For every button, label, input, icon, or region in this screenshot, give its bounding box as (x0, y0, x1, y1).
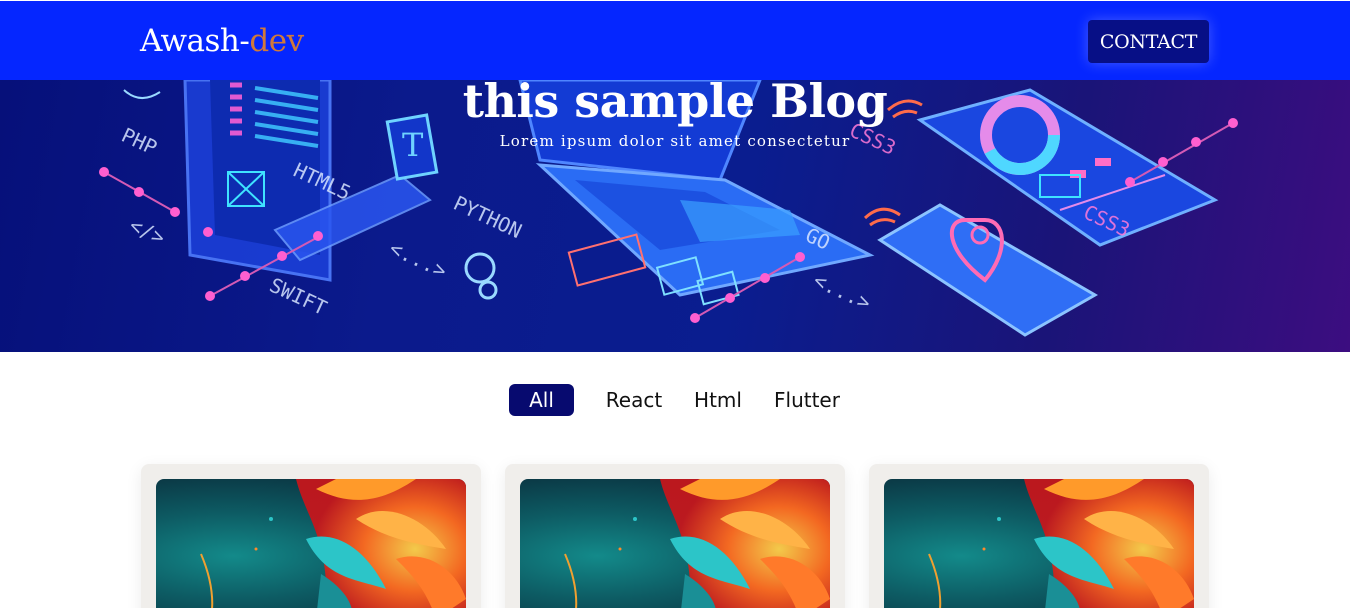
abstract-flower-artwork (928, 479, 1194, 608)
brand-main-text: Awash- (140, 23, 250, 59)
hero-subtitle: Lorem ipsum dolor sit amet consectetur (499, 132, 851, 150)
abstract-flower-artwork (200, 479, 466, 608)
tab-react[interactable]: React (596, 384, 672, 416)
contact-button[interactable]: CONTACT (1088, 20, 1209, 63)
label-dots-right: <...> (810, 268, 875, 315)
abstract-flower-artwork (564, 479, 830, 608)
blog-card[interactable] (141, 464, 481, 608)
label-code-tag: </> (126, 213, 169, 250)
navbar: Awash-dev CONTACT (0, 0, 1350, 80)
tab-html[interactable]: Html (686, 384, 750, 416)
brand-accent-text: dev (249, 23, 304, 59)
brand-logo[interactable]: Awash-dev (140, 23, 304, 59)
gear-icon (464, 252, 498, 300)
blog-card[interactable] (869, 464, 1209, 608)
category-tabs: All React Html Flutter (0, 384, 1350, 416)
card-image[interactable] (156, 479, 466, 608)
tab-all[interactable]: All (509, 384, 574, 416)
hero-title: this sample Blog (462, 80, 888, 128)
card-image[interactable] (520, 479, 830, 608)
phone-illustration (877, 203, 1099, 337)
hero-banner: T PHP HTML5 PYTHON SWIFT GO CSS3 CSS3 </… (0, 80, 1350, 352)
tab-flutter[interactable]: Flutter (766, 384, 848, 416)
card-image[interactable] (884, 479, 1194, 608)
label-python: PYTHON (450, 191, 526, 243)
blog-card[interactable] (505, 464, 845, 608)
label-dots-left: <...> (386, 236, 451, 283)
